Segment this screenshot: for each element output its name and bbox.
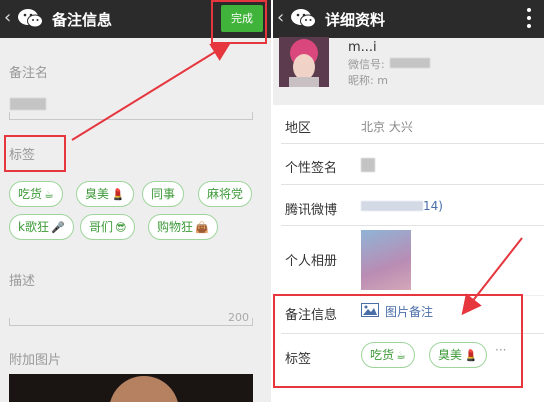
arrow-to-remark	[461, 237, 523, 316]
arrow-to-done	[71, 41, 232, 141]
annotation-arrows	[71, 41, 523, 316]
